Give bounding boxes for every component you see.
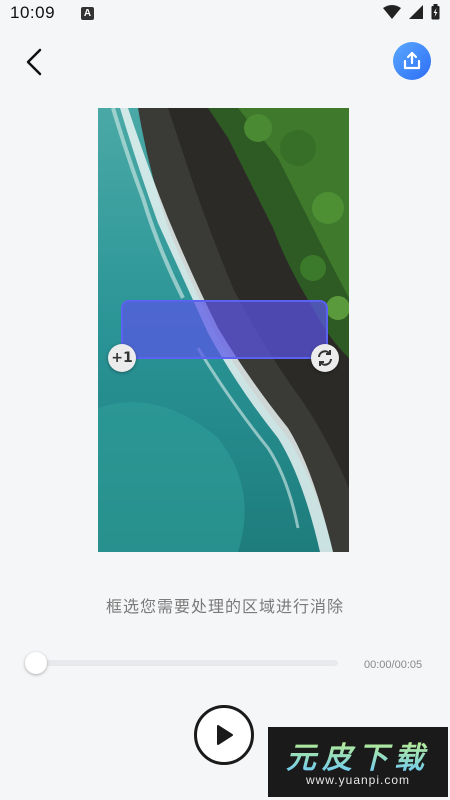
time-label: 00:00/00:05 [364, 659, 423, 671]
progress-thumb[interactable] [25, 652, 47, 674]
status-time: 10:09 [10, 3, 56, 22]
add-selection-handle[interactable]: +1 [108, 344, 136, 372]
share-upload-icon [403, 51, 421, 70]
selection-box[interactable] [121, 300, 328, 359]
progress-track[interactable] [36, 660, 338, 666]
status-icons [383, 4, 440, 20]
watermark: 元皮下载 www.yuanpi.com [268, 727, 448, 797]
wifi-icon [383, 5, 401, 19]
watermark-logo: 元皮下载 [268, 733, 448, 777]
a-letter-icon: A [81, 6, 95, 20]
signal-icon [409, 5, 423, 19]
battery-icon [431, 4, 440, 20]
rotate-icon [318, 350, 332, 366]
play-button[interactable] [194, 705, 254, 765]
back-button[interactable] [18, 44, 50, 80]
play-icon [217, 725, 233, 745]
hint-text: 框选您需要处理的区域进行消除 [105, 597, 344, 616]
chevron-left-icon [26, 48, 42, 76]
watermark-url: www.yuanpi.com [305, 773, 411, 787]
share-button[interactable] [393, 42, 431, 80]
status-bar: 10:09 A [0, 0, 450, 26]
rotate-selection-handle[interactable] [311, 344, 339, 372]
